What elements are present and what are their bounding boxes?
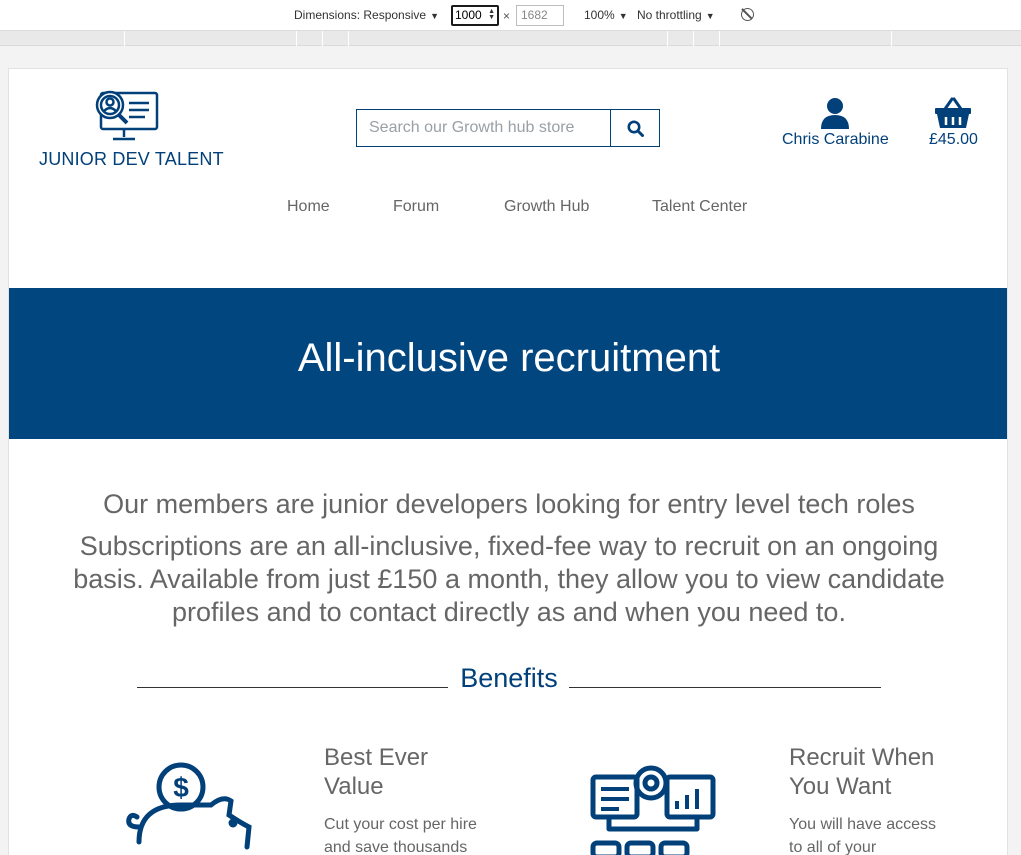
- piggy-bank-icon: $: [126, 762, 252, 850]
- search-input[interactable]: [357, 110, 611, 146]
- zoom-dropdown[interactable]: 100% ▼: [584, 8, 628, 22]
- banner-title: All-inclusive recruitment: [297, 336, 721, 380]
- width-input[interactable]: 1000 ▲ ▼: [451, 5, 499, 26]
- svg-text:$: $: [173, 772, 189, 803]
- benefits-heading: Benefits: [460, 663, 558, 693]
- devtools-toolbar: Dimensions: Responsive ▼ 1000 ▲ ▼ × 1682 10…: [0, 0, 1021, 31]
- store-search: [356, 109, 660, 147]
- basket-total: £45.00: [929, 131, 978, 148]
- benefit-2-text: You will have access to all of your: [789, 816, 937, 855]
- height-input[interactable]: 1682: [516, 5, 564, 26]
- times-sign: ×: [503, 9, 511, 23]
- brand-name: JUNIOR DEV TALENT: [39, 149, 224, 169]
- nav-forum[interactable]: Forum: [393, 198, 439, 216]
- user-icon: [821, 98, 849, 129]
- media-query-ruler[interactable]: [0, 31, 1021, 46]
- user-name: Chris Carabine: [782, 131, 889, 148]
- nav-growth-hub[interactable]: Growth Hub: [504, 198, 589, 216]
- benefit-1-text: Cut your cost per hire and save thousand…: [324, 816, 477, 855]
- hero-banner: All-inclusive recruitment: [9, 288, 1007, 439]
- divider-right: [569, 687, 881, 688]
- intro-body: Subscriptions are an all-inclusive, fixe…: [73, 531, 945, 627]
- basket-link[interactable]: £45.00: [927, 97, 987, 152]
- throttling-dropdown[interactable]: No throttling ▼: [637, 8, 715, 22]
- brand-logo[interactable]: JUNIOR DEV TALENT: [39, 89, 224, 169]
- basket-icon: [935, 97, 971, 128]
- developer-monitor-icon: [95, 90, 159, 141]
- account-link[interactable]: Chris Carabine: [782, 97, 892, 152]
- benefit-2-title: Recruit When You Want: [789, 744, 935, 800]
- nav-talent-center[interactable]: Talent Center: [652, 198, 747, 216]
- nav-home[interactable]: Home: [287, 198, 330, 216]
- recruitment-dashboard-icon: [590, 765, 716, 855]
- rotate-icon[interactable]: [741, 8, 754, 21]
- intro-headline: Our members are junior developers lookin…: [103, 489, 915, 519]
- benefit-1-title: Best Ever Value: [324, 744, 429, 800]
- dimensions-dropdown[interactable]: Dimensions: Responsive ▼: [294, 8, 439, 22]
- search-button[interactable]: [610, 110, 660, 146]
- search-icon: [627, 120, 644, 137]
- page-viewport: JUNIOR DEV TALENT Chris Carabine £45.00 …: [8, 68, 1008, 855]
